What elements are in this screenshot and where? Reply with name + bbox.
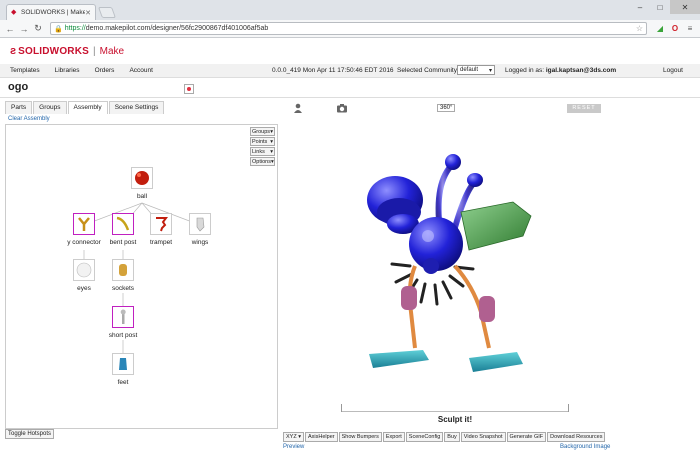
viewer-buttons: XYZ ▾ AxisHelper Show Bumpers Export Sce… [283,432,606,442]
right-panel: 360° RESET Sculpt it! XYZ ▾ AxisHelper S… [283,101,695,451]
login-user: igal.kaptsan@3ds.com [545,67,617,74]
assembly-tree-canvas[interactable]: Groups▾ Points▾ Links▾ Options▾ ball [5,124,278,429]
tab-title: SOLIDWORKS | Make [21,9,86,16]
bookmark-star-icon[interactable]: ☆ [636,24,643,33]
wings-thumbnail-icon [189,213,211,235]
menu-orders[interactable]: Orders [95,67,115,74]
extension-shield-icon[interactable]: ◢ [654,23,666,35]
sculpt-it-button[interactable]: Sculpt it! [341,415,569,424]
menu-account[interactable]: Account [129,67,153,74]
forward-icon[interactable]: → [18,23,30,35]
node-sockets[interactable]: sockets [98,259,148,292]
buy-button[interactable]: Buy [444,432,460,442]
node-label: wings [191,239,209,246]
url-scheme: https:// [64,25,86,32]
community-select[interactable]: default ▾ [457,65,495,75]
sculpt-bar: Sculpt it! [341,404,569,427]
export-button[interactable]: Export [382,432,405,442]
chevron-down-icon: ▾ [298,434,301,440]
eyes-thumbnail-icon [73,259,95,281]
brand-separator: | [93,45,96,57]
node-ball[interactable]: ball [117,167,167,200]
node-label: feet [117,379,129,386]
rotate-360-button[interactable]: 360° [437,104,456,112]
left-panel: Parts Groups Assembly Scene Settings Cle… [5,101,278,440]
scene-config-button[interactable]: SceneConfig [405,432,444,442]
preview-link[interactable]: Preview [283,444,304,450]
xyz-select[interactable]: XYZ ▾ [283,432,304,442]
maximize-icon[interactable]: □ [650,0,670,14]
tab-assembly[interactable]: Assembly [67,101,108,114]
opera-extension-icon[interactable]: O [669,23,681,35]
viewer-toolbar: 360° RESET [283,101,695,115]
app-header: ƨ SOLIDWORKS | Make [0,38,700,64]
minimize-icon[interactable]: – [630,0,650,14]
browser-menu-icon[interactable]: ≡ [684,23,696,35]
solidworks-favicon-icon: ◆ [11,9,17,16]
node-label: sockets [111,285,135,292]
tab-scene-settings[interactable]: Scene Settings [108,101,165,114]
menu-libraries[interactable]: Libraries [55,67,80,74]
toggle-hotspots-button[interactable]: Toggle Hotspots [5,429,55,439]
window-close-icon[interactable]: ✕ [670,0,700,14]
y-connector-thumbnail-icon [73,213,95,235]
browser-tabbar: ◆ SOLIDWORKS | Make ✕ – □ ✕ [0,0,700,20]
robot-model [367,154,532,372]
3d-viewport[interactable] [283,116,695,411]
tab-parts[interactable]: Parts [5,101,33,114]
bent-post-thumbnail-icon [112,213,134,235]
brand-solidworks: SOLIDWORKS [18,45,90,57]
back-icon[interactable]: ← [4,23,16,35]
address-bar[interactable]: 🔒 https:// demo.makepilot.com/designer/5… [50,22,647,35]
ball-thumbnail-icon [131,167,153,189]
download-resources-button[interactable]: Download Resources [547,432,606,442]
user-icon[interactable] [293,103,303,113]
version-text: 0.0.0_419 Mon Apr 11 17:50:46 EDT 2016 [272,67,394,74]
short-post-thumbnail-icon [112,306,134,328]
design-name-bar: ogo [0,78,700,98]
node-label: ball [136,193,148,200]
xyz-value: XYZ [286,434,297,440]
browser-toolbar: ← → ↻ 🔒 https:// demo.makepilot.com/desi… [0,20,700,38]
brand-make: Make [99,45,125,57]
generate-gif-button[interactable]: Generate GIF [506,432,547,442]
node-feet[interactable]: feet [98,353,148,386]
design-thumbnail-icon[interactable] [184,84,194,94]
browser-tab[interactable]: ◆ SOLIDWORKS | Make ✕ [6,4,96,20]
reload-icon[interactable]: ↻ [32,23,44,35]
ds-logo-icon: ƨ [10,45,17,57]
left-tabs: Parts Groups Assembly Scene Settings [5,101,165,114]
trampet-thumbnail-icon [150,213,172,235]
tab-close-icon[interactable]: ✕ [85,9,91,17]
node-label: short post [108,332,138,339]
axis-helper-button[interactable]: AxisHelper [305,432,338,442]
new-tab-button[interactable] [97,7,117,18]
reset-button[interactable]: RESET [567,104,601,113]
camera-icon[interactable] [336,103,348,113]
community-value: default [460,67,479,73]
sculpt-left-tick [341,404,342,412]
url-text: demo.makepilot.com/designer/56fc2900867d… [85,25,269,32]
login-label: Logged in as: [505,67,545,74]
menu-bar: Templates Libraries Orders Account 0.0.0… [0,64,700,78]
community-label: Selected Community: [397,67,459,74]
node-short-post[interactable]: short post [98,306,148,339]
background-image-link[interactable]: Background Image [560,444,610,450]
window-controls: – □ ✕ [630,0,700,14]
node-wings[interactable]: wings [175,213,225,246]
chevron-down-icon: ▾ [488,68,492,74]
design-name: ogo [8,81,29,93]
logout-link[interactable]: Logout [663,67,683,74]
sockets-thumbnail-icon [112,259,134,281]
video-snapshot-button[interactable]: Video Snapshot [460,432,506,442]
login-status: Logged in as: igal.kaptsan@3ds.com [505,67,616,74]
menu-templates[interactable]: Templates [10,67,40,74]
tab-groups[interactable]: Groups [33,101,67,114]
sculpt-right-tick [568,404,569,412]
show-bumpers-button[interactable]: Show Bumpers [338,432,382,442]
clear-assembly-link[interactable]: Clear Assembly [8,116,50,122]
lock-icon: 🔒 [54,25,63,33]
feet-thumbnail-icon [112,353,134,375]
